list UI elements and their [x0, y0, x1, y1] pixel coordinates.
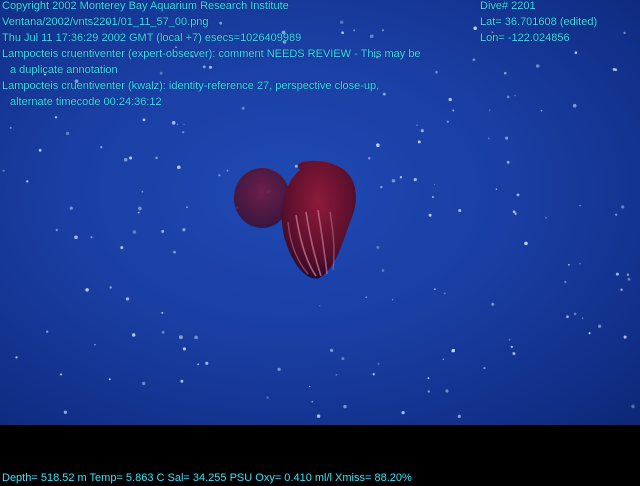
annotation-2-line-2: alternate timecode 00:24:36:12 [10, 96, 162, 108]
latitude: Lat= 36.701608 (edited) [480, 16, 598, 28]
annotation-1-line-2: a duplicate annotation [10, 64, 118, 76]
file-path-text: Ventana/2002/vnts2201/01_11_57_00.png [2, 16, 209, 28]
ctenophore-rear-lobe [234, 168, 290, 228]
datetime-text: Thu Jul 11 17:36:29 2002 GMT (local +7) … [2, 32, 302, 44]
dive-number: Dive# 2201 [480, 0, 536, 12]
copyright-text: Copyright 2002 Monterey Bay Aquarium Res… [2, 0, 289, 12]
annotation-2-line-1: Lampocteis cruentiventer (kwalz): identi… [2, 80, 380, 92]
annotation-1-line-1: Lampocteis cruentiventer (expert-observe… [2, 48, 421, 60]
sensor-readout: Depth= 518.52 m Temp= 5.863 C Sal= 34.25… [2, 472, 412, 484]
longitude: Lon= -122.024856 [480, 32, 570, 44]
video-frame: Copyright 2002 Monterey Bay Aquarium Res… [0, 0, 640, 486]
